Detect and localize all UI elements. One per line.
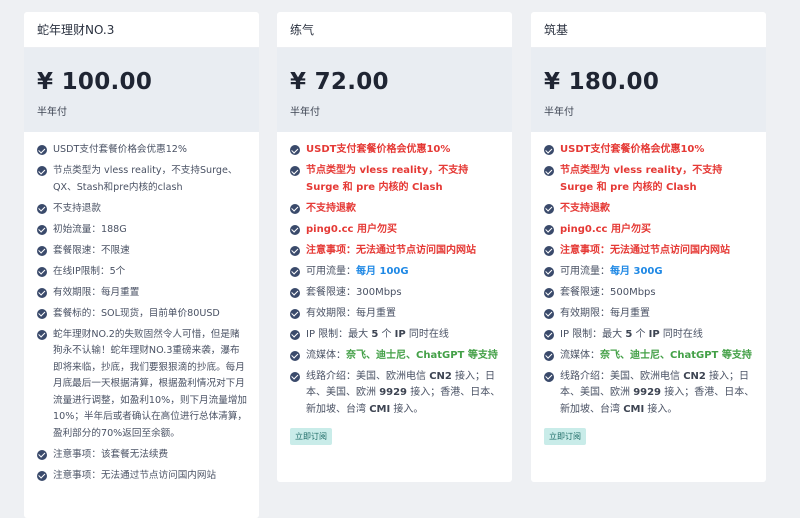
check-circle-icon: [544, 145, 554, 155]
check-circle-icon: [544, 224, 554, 235]
feature-item: 不支持退款: [37, 201, 249, 218]
check-circle-icon: [290, 329, 300, 340]
check-circle-icon: [290, 166, 300, 176]
check-circle-icon: [544, 266, 554, 277]
plan-card-zhuji: 筑基 ¥ 180.00 半年付 USDT支付套餐价格会优惠10% 节点类型为 v…: [531, 12, 766, 482]
check-circle-icon: [37, 308, 47, 319]
check-circle-icon: [290, 145, 300, 155]
plan-title: 筑基: [531, 12, 766, 48]
plan-period: 半年付: [290, 107, 320, 118]
check-circle-icon: [544, 287, 554, 298]
plan-card-lianqi: 练气 ¥ 72.00 半年付 USDT支付套餐价格会优惠10% 节点类型为 vl…: [277, 12, 512, 482]
check-circle-icon: [290, 308, 300, 319]
feature-item: 蛇年理财NO.2的失败固然令人可惜，但是赌狗永不认输！蛇年理财NO.3重磅来袭，…: [37, 327, 249, 443]
check-circle-icon: [37, 449, 47, 460]
check-circle-icon: [37, 203, 47, 214]
price-box: ¥ 180.00 半年付: [531, 48, 766, 132]
check-circle-icon: [290, 287, 300, 298]
feature-list: USDT支付套餐价格会优惠10% 节点类型为 vless reality，不支持…: [277, 132, 512, 418]
check-circle-icon: [290, 245, 300, 256]
check-circle-icon: [37, 224, 47, 235]
feature-item: 注意事项：无法通过节点访问国内网站: [37, 468, 249, 485]
feature-item: 不支持退款: [290, 201, 502, 218]
feature-item: 线路介绍：美国、欧洲电信 CN2 接入；日本、美国、欧洲 9929 接入；香港、…: [290, 369, 502, 419]
check-circle-icon: [544, 166, 554, 176]
check-circle-icon: [290, 203, 300, 214]
feature-item: 套餐限速：500Mbps: [544, 285, 756, 302]
check-circle-icon: [37, 266, 47, 277]
feature-item: 节点类型为 vless reality，不支持 Surge 和 pre 内核的 …: [544, 163, 756, 196]
check-circle-icon: [544, 203, 554, 214]
feature-item: 有效期限：每月重置: [37, 285, 249, 302]
plan-title: 蛇年理财NO.3: [24, 12, 259, 48]
plan-price: ¥ 180.00: [544, 69, 660, 95]
price-box: ¥ 100.00 半年付: [24, 48, 259, 132]
feature-item: 注意事项：无法通过节点访问国内网站: [544, 243, 756, 260]
check-circle-icon: [290, 266, 300, 277]
plan-price: ¥ 72.00: [290, 69, 389, 95]
feature-list: USDT支付套餐价格会优惠10% 节点类型为 vless reality，不支持…: [531, 132, 766, 418]
check-circle-icon: [544, 329, 554, 340]
check-circle-icon: [37, 470, 47, 481]
feature-item: 初始流量：188G: [37, 222, 249, 239]
feature-item: ping0.cc 用户勿买: [544, 222, 756, 239]
plan-price: ¥ 100.00: [37, 69, 153, 95]
feature-item: 不支持退款: [544, 201, 756, 218]
check-circle-icon: [544, 308, 554, 319]
subscribe-button[interactable]: 立即订阅: [544, 427, 586, 445]
feature-item: USDT支付套餐价格会优惠12%: [37, 142, 249, 159]
feature-item: IP 限制：最大 5 个 IP 同时在线: [544, 327, 756, 344]
check-circle-icon: [37, 245, 47, 256]
feature-item: 可用流量：每月 300G: [544, 264, 756, 281]
feature-item: 套餐限速：300Mbps: [290, 285, 502, 302]
check-circle-icon: [290, 224, 300, 235]
feature-item: 在线IP限制：5个: [37, 264, 249, 281]
feature-item: 节点类型为 vless reality，不支持 Surge 和 pre 内核的 …: [290, 163, 502, 196]
feature-item: 线路介绍：美国、欧洲电信 CN2 接入；日本、美国、欧洲 9929 接入；香港、…: [544, 369, 756, 419]
feature-item: 可用流量：每月 100G: [290, 264, 502, 281]
feature-item: 节点类型为 vless reality，不支持Surge、QX、Stash和pr…: [37, 163, 249, 196]
feature-item: 有效期限：每月重置: [544, 306, 756, 323]
check-circle-icon: [37, 287, 47, 298]
feature-item: 套餐限速：不限速: [37, 243, 249, 260]
plan-period: 半年付: [544, 107, 574, 118]
check-circle-icon: [544, 245, 554, 256]
feature-item: 注意事项：无法通过节点访问国内网站: [290, 243, 502, 260]
check-circle-icon: [544, 350, 554, 361]
subscribe-button[interactable]: 立即订阅: [290, 427, 332, 445]
check-circle-icon: [37, 145, 47, 155]
check-circle-icon: [290, 350, 300, 361]
plan-period: 半年付: [37, 107, 67, 118]
plan-card-snake-year: 蛇年理财NO.3 ¥ 100.00 半年付 USDT支付套餐价格会优惠12% 节…: [24, 12, 259, 518]
check-circle-icon: [544, 371, 554, 382]
price-box: ¥ 72.00 半年付: [277, 48, 512, 132]
feature-item: 注意事项：该套餐无法续费: [37, 447, 249, 464]
check-circle-icon: [290, 371, 300, 382]
feature-list: USDT支付套餐价格会优惠12% 节点类型为 vless reality，不支持…: [24, 132, 259, 484]
check-circle-icon: [37, 329, 47, 340]
feature-item: 有效期限：每月重置: [290, 306, 502, 323]
feature-item: ping0.cc 用户勿买: [290, 222, 502, 239]
feature-item: 流媒体：奈飞、迪士尼、ChatGPT 等支持: [544, 348, 756, 365]
plan-title: 练气: [277, 12, 512, 48]
feature-item: 套餐标的：SOL现货，目前单价80USD: [37, 306, 249, 323]
check-circle-icon: [37, 166, 47, 176]
feature-item: 流媒体：奈飞、迪士尼、ChatGPT 等支持: [290, 348, 502, 365]
feature-item: USDT支付套餐价格会优惠10%: [544, 142, 756, 159]
feature-item: IP 限制：最大 5 个 IP 同时在线: [290, 327, 502, 344]
feature-item: USDT支付套餐价格会优惠10%: [290, 142, 502, 159]
